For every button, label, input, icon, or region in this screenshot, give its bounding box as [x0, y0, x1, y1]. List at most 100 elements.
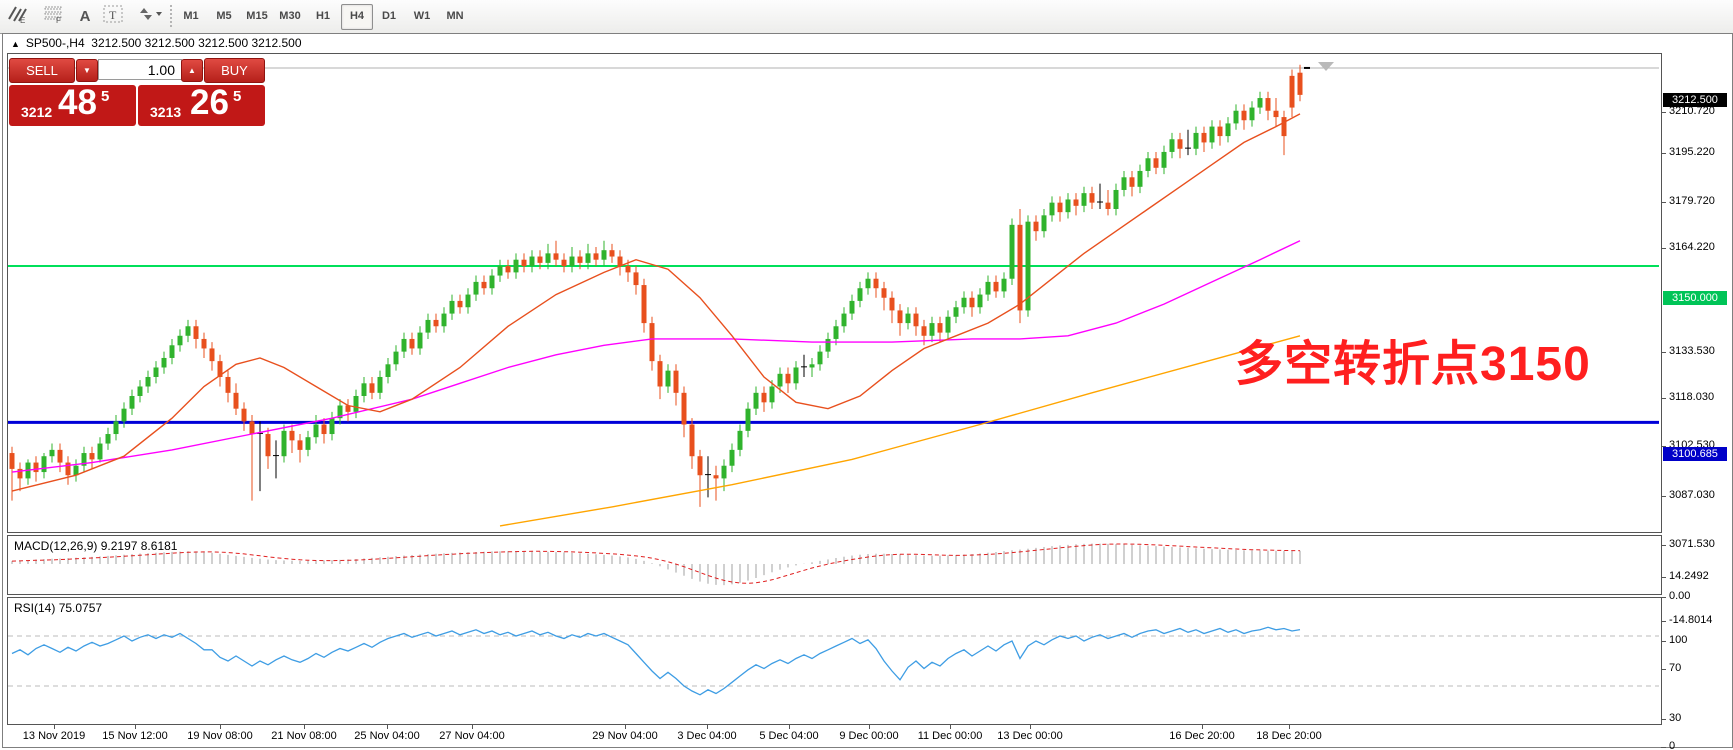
timeframe-button-H4[interactable]: H4: [341, 4, 373, 30]
candle-body: [890, 298, 895, 311]
candle-body: [786, 374, 791, 384]
volume-increase-button[interactable]: ▲: [181, 59, 203, 82]
candle-body: [370, 383, 375, 393]
candle-body: [442, 314, 447, 327]
volume-input[interactable]: [98, 59, 182, 80]
buy-quote-box[interactable]: 3213 26 5: [138, 85, 265, 126]
time-scale-label: 19 Nov 08:00: [187, 730, 252, 742]
candle-body: [490, 276, 495, 289]
candle-body: [418, 333, 423, 349]
symbol-timeframe-label: SP500-,H4: [26, 36, 85, 50]
candle-body: [722, 466, 727, 479]
candle-body: [434, 320, 439, 326]
sell-button[interactable]: SELL: [9, 58, 75, 83]
price-scale[interactable]: 3210.7203195.2203179.7203164.2203133.530…: [1661, 53, 1732, 723]
candle-body: [522, 260, 527, 266]
main-toolbar: E F A T M1M5M15M30H1H4D1W1MN: [0, 0, 1733, 34]
candle-body: [1226, 123, 1231, 136]
rsi-scale-label: 100: [1669, 634, 1687, 646]
candle-body: [1194, 133, 1199, 149]
time-scale-tick: [304, 725, 305, 729]
time-scale[interactable]: 13 Nov 2019 15 Nov 12:00 19 Nov 08:00 21 No…: [7, 724, 1660, 747]
candle-body: [826, 339, 831, 352]
timeframe-button-M30[interactable]: M30: [275, 4, 305, 28]
time-scale-tick: [869, 725, 870, 729]
time-scale-tick: [1030, 725, 1031, 729]
scale-tick: [1661, 153, 1666, 154]
scale-tick: [1661, 597, 1666, 598]
macd-panel[interactable]: MACD(12,26,9) 9.2197 8.6181: [7, 535, 1662, 595]
candle-body: [1282, 117, 1287, 136]
price-scale-label: 3164.220: [1669, 241, 1715, 253]
fast-ma-line: [12, 114, 1300, 491]
candle-body: [730, 450, 735, 466]
text-box-icon[interactable]: T: [102, 4, 128, 28]
rsi-scale-label: 30: [1669, 712, 1681, 724]
candle-body: [1106, 203, 1111, 209]
candle-body: [1290, 76, 1295, 108]
chinese-annotation[interactable]: 多空转折点3150: [1235, 324, 1591, 394]
scale-tick: [1661, 747, 1666, 748]
collapse-arrow-icon[interactable]: ▲: [11, 39, 20, 49]
rsi-scale-label: 0: [1669, 740, 1675, 750]
candle-body: [226, 377, 231, 393]
candle-body: [570, 257, 575, 267]
timeframe-button-M1[interactable]: M1: [176, 4, 206, 28]
scale-tick: [1661, 398, 1666, 399]
candle-body: [698, 456, 703, 475]
candle-body: [634, 272, 639, 285]
macd-scale-label: 14.2492: [1669, 570, 1709, 582]
candle-body: [498, 266, 503, 276]
indicator-window-icon[interactable]: F: [42, 4, 68, 28]
time-scale-tick: [1202, 725, 1203, 729]
indicators-icon[interactable]: E: [6, 4, 32, 28]
candle-body: [866, 279, 871, 289]
candle-body: [610, 250, 615, 256]
scale-tick: [1661, 496, 1666, 497]
candle-body: [106, 434, 111, 444]
timeframe-button-MN[interactable]: MN: [440, 4, 470, 28]
candle-body: [130, 396, 135, 409]
buy-price-sup: 5: [233, 88, 241, 105]
candle-body: [386, 364, 391, 377]
candle-body: [954, 307, 959, 317]
price-scale-label: 3071.530: [1669, 538, 1715, 550]
arrow-objects-icon[interactable]: [134, 4, 168, 28]
time-scale-label: 15 Nov 12:00: [102, 730, 167, 742]
time-scale-tick: [1289, 725, 1290, 729]
candle-body: [506, 266, 511, 272]
scale-tick: [1661, 577, 1666, 578]
rsi-panel[interactable]: RSI(14) 75.0757: [7, 597, 1662, 725]
candle-body: [778, 374, 783, 387]
volume-decrease-button[interactable]: ▼: [76, 59, 98, 82]
candle-body: [1090, 193, 1095, 203]
candle-body: [850, 301, 855, 314]
timeframe-button-M15[interactable]: M15: [242, 4, 272, 28]
candle-body: [794, 367, 799, 383]
candle-body: [314, 425, 319, 438]
sell-quote-box[interactable]: 3212 48 5: [9, 85, 136, 126]
candle-body: [938, 323, 943, 333]
rsi-label: RSI(14) 75.0757: [14, 601, 102, 615]
time-scale-label: 13 Nov 2019: [23, 730, 85, 742]
candle-body: [602, 250, 607, 260]
candle-body: [658, 361, 663, 386]
macd-label: MACD(12,26,9) 9.2197 8.6181: [14, 539, 177, 553]
timeframe-button-D1[interactable]: D1: [374, 4, 404, 28]
time-scale-label: 21 Nov 08:00: [271, 730, 336, 742]
candle-body: [458, 301, 463, 307]
macd-scale-label: -14.8014: [1669, 614, 1712, 626]
text-label-icon[interactable]: A: [72, 4, 98, 28]
timeframe-button-H1[interactable]: H1: [308, 4, 338, 28]
candle-body: [194, 326, 199, 339]
price-scale-label: 3195.220: [1669, 146, 1715, 158]
timeframe-button-W1[interactable]: W1: [407, 4, 437, 28]
price-scale-label: 3087.030: [1669, 489, 1715, 501]
candle-body: [1058, 203, 1063, 213]
candle-body: [930, 323, 935, 336]
timeframe-button-M5[interactable]: M5: [209, 4, 239, 28]
green-level-badge: 3150.000: [1663, 291, 1727, 305]
candle-body: [1002, 279, 1007, 292]
buy-button[interactable]: BUY: [204, 58, 265, 83]
time-scale-label: 16 Dec 20:00: [1169, 730, 1234, 742]
